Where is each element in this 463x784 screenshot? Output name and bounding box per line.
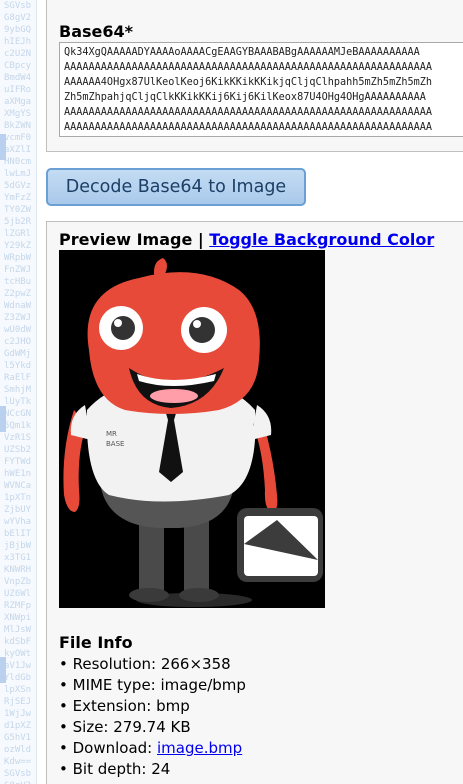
- strip-marker: [0, 134, 6, 160]
- download-link[interactable]: image.bmp: [157, 739, 242, 757]
- strip-marker: [0, 406, 6, 432]
- shirt-text-line2: BASE: [106, 440, 124, 448]
- left-decorative-strip: SGVsbG8gV29ybGQhIEJhc2U2NCBpcyBmdW4uIFRo…: [0, 0, 37, 784]
- base64-label: Base64*: [59, 22, 133, 41]
- preview-separator: |: [192, 230, 210, 249]
- file-info-value: 24: [151, 760, 171, 778]
- file-info-value: image/bmp: [160, 676, 246, 694]
- file-info-key: Size:: [72, 718, 114, 736]
- base64-input-panel: Base64* Qk34XgQAAAAADYAAAAoAAAACgEAAGYBA…: [46, 0, 463, 152]
- file-info-list: Resolution: 266×358 MIME type: image/bmp…: [59, 654, 246, 780]
- base64-text-line: AAAAAAAAAAAAAAAAAAAAAAAAAAAAAAAAAAAAAAAA…: [64, 62, 433, 73]
- strip-marker: [0, 657, 6, 683]
- file-info-key: MIME type:: [72, 676, 161, 694]
- file-info-key: Resolution:: [72, 655, 161, 673]
- file-info-value: 266×358: [160, 655, 231, 673]
- preview-title: Preview Image: [59, 230, 193, 249]
- base64-text-line: AAAAAAAAAAAAAAAAAAAAAAAAAAAAAAAAAAAAAAAA…: [64, 122, 433, 133]
- file-info-key: Extension:: [72, 697, 157, 715]
- file-info-extension: Extension: bmp: [59, 696, 246, 717]
- base64-text-line: Zh5mZhpahjqCljqClkKKikKKij6Kij6KilKeox87…: [64, 92, 426, 103]
- file-info: File Info Resolution: 266×358 MIME type:…: [59, 632, 246, 780]
- toggle-background-link[interactable]: Toggle Background Color: [209, 230, 434, 249]
- file-info-mime-type: MIME type: image/bmp: [59, 675, 246, 696]
- file-info-resolution: Resolution: 266×358: [59, 654, 246, 675]
- base64-textarea[interactable]: Qk34XgQAAAAADYAAAAoAAAACgEAAGYBAAABABgAA…: [59, 42, 463, 137]
- file-info-key: Download:: [72, 739, 158, 757]
- file-info-value: 279.74 KB: [113, 718, 191, 736]
- file-info-size: Size: 279.74 KB: [59, 717, 246, 738]
- monster-illustration: MR BASE: [59, 250, 325, 608]
- shirt-text-line1: MR: [106, 430, 117, 438]
- decode-base64-button[interactable]: Decode Base64 to Image: [46, 168, 306, 206]
- preview-image: MR BASE: [59, 250, 325, 608]
- preview-panel: Preview Image | Toggle Background Color: [46, 221, 463, 784]
- file-info-title: File Info: [59, 633, 133, 652]
- base64-text-line: AAAAAAAAAAAAAAAAAAAAAAAAAAAAAAAAAAAAAAAA…: [64, 107, 433, 118]
- file-info-value: bmp: [156, 697, 190, 715]
- file-info-download: Download: image.bmp: [59, 738, 246, 759]
- base64-text-line: Qk34XgQAAAAADYAAAAoAAAACgEAAGYBAAABABgAA…: [64, 47, 420, 58]
- base64-pattern: SGVsbG8gV29ybGQhIEJhc2U2NCBpcyBmdW4uIFRo…: [4, 1, 32, 784]
- file-info-key: Bit depth:: [72, 760, 152, 778]
- file-info-bit-depth: Bit depth: 24: [59, 759, 246, 780]
- preview-header: Preview Image | Toggle Background Color: [59, 230, 434, 249]
- base64-text-line: AAAAAA4OHgx87UlKeolKeoj6KikKKikKKikjqClj…: [64, 77, 433, 88]
